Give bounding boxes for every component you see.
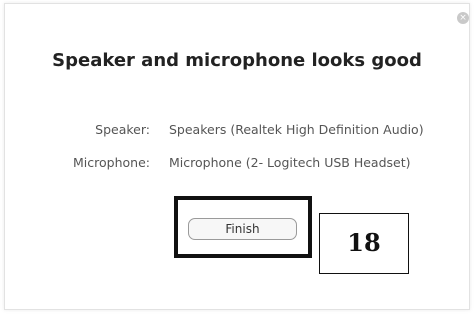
dialog-title: Speaker and microphone looks good <box>52 50 422 71</box>
microphone-label: Microphone: <box>73 155 150 170</box>
close-icon[interactable]: × <box>457 12 469 24</box>
step-number-annotation: 18 <box>319 213 409 274</box>
microphone-value: Microphone (2- Logitech USB Headset) <box>169 155 411 170</box>
finish-button[interactable]: Finish <box>188 218 297 240</box>
speaker-value: Speakers (Realtek High Definition Audio) <box>169 122 424 137</box>
speaker-label: Speaker: <box>95 122 150 137</box>
